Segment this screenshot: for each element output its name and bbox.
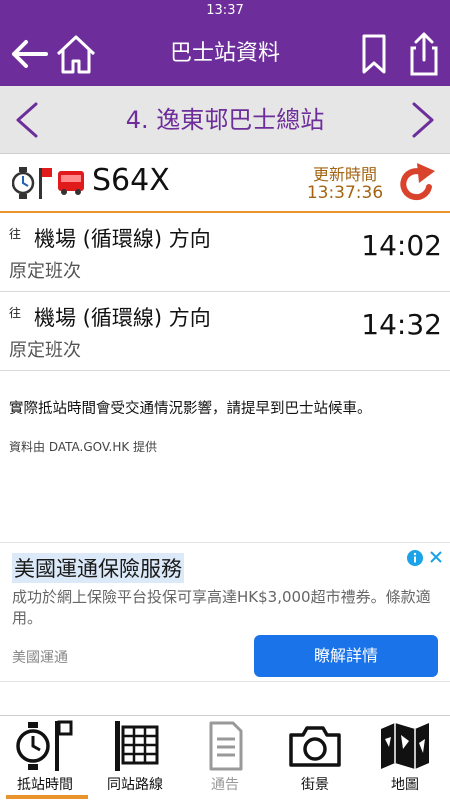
tab-arrival-time[interactable]: 抵站時間	[0, 716, 90, 800]
tab-map[interactable]: 地圖	[360, 716, 450, 800]
tab-label: 通告	[211, 777, 239, 793]
direction-prefix: 往	[9, 227, 22, 241]
active-tab-indicator	[6, 795, 88, 799]
refresh-icon[interactable]	[396, 159, 442, 207]
bus-icon	[58, 171, 84, 195]
tab-label: 抵站時間	[17, 777, 73, 793]
eta-row[interactable]: 往 機場 (循環線) 方向 原定班次 14:02	[0, 213, 450, 292]
ad-learn-more-button[interactable]: 瞭解詳情	[254, 635, 438, 677]
tab-label: 地圖	[391, 777, 419, 793]
ad-title[interactable]: 美國運通保險服務	[12, 553, 184, 583]
ad-close-icon[interactable]	[428, 549, 444, 565]
ad-advertiser: 美國運通	[12, 650, 68, 666]
tab-notices[interactable]: 通告	[180, 716, 270, 800]
ad-description: 成功於網上保險平台投保可享高達HK$3,000超市禮券。條款適用。	[12, 588, 431, 627]
stop-selector: 4. 逸東邨巴士總站	[0, 86, 450, 154]
route-number: S64X	[92, 163, 170, 198]
share-icon[interactable]	[400, 30, 448, 78]
tab-same-stop-routes[interactable]: 同站路線	[90, 716, 180, 800]
eta-remark: 原定班次	[9, 261, 81, 282]
nav-bar: 巴士站資料	[0, 22, 450, 86]
status-time: 13:37	[206, 3, 244, 18]
stop-name: 4. 逸東邨巴士總站	[125, 106, 325, 134]
traffic-notice: 實際抵站時間會受交通情況影響，請提早到巴士站候車。	[9, 401, 372, 417]
ad-info-icon[interactable]	[406, 549, 424, 567]
destination: 機場 (循環線) 方向	[34, 227, 211, 251]
tab-street-view[interactable]: 街景	[270, 716, 360, 800]
eta-remark: 原定班次	[9, 340, 81, 361]
route-list-icon	[115, 721, 159, 771]
tab-bar: 抵站時間 同站路線 通告 街景 地圖	[0, 715, 450, 800]
tab-label: 同站路線	[107, 777, 163, 793]
clock-stop-icon	[16, 720, 73, 771]
destination: 機場 (循環線) 方向	[34, 306, 211, 330]
route-header: S64X 更新時間 13:37:36	[0, 155, 450, 213]
eta-time: 14:02	[361, 229, 442, 262]
status-bar: 13:37	[0, 0, 450, 22]
next-stop-chevron-icon[interactable]	[402, 100, 442, 140]
eta-row[interactable]: 往 機場 (循環線) 方向 原定班次 14:32	[0, 292, 450, 371]
camera-icon	[289, 726, 341, 767]
previous-stop-chevron-icon[interactable]	[8, 100, 48, 140]
watch-stop-icon	[12, 167, 52, 199]
update-time-label: 更新時間	[312, 165, 377, 184]
update-time-value: 13:37:36	[306, 183, 384, 203]
eta-time: 14:32	[361, 308, 442, 341]
map-icon	[381, 723, 429, 769]
bookmark-icon[interactable]	[350, 30, 398, 78]
direction-prefix: 往	[9, 306, 22, 320]
tab-label: 街景	[301, 777, 329, 793]
notice-icon	[209, 721, 243, 771]
data-source: 資料由 DATA.GOV.HK 提供	[9, 440, 158, 454]
